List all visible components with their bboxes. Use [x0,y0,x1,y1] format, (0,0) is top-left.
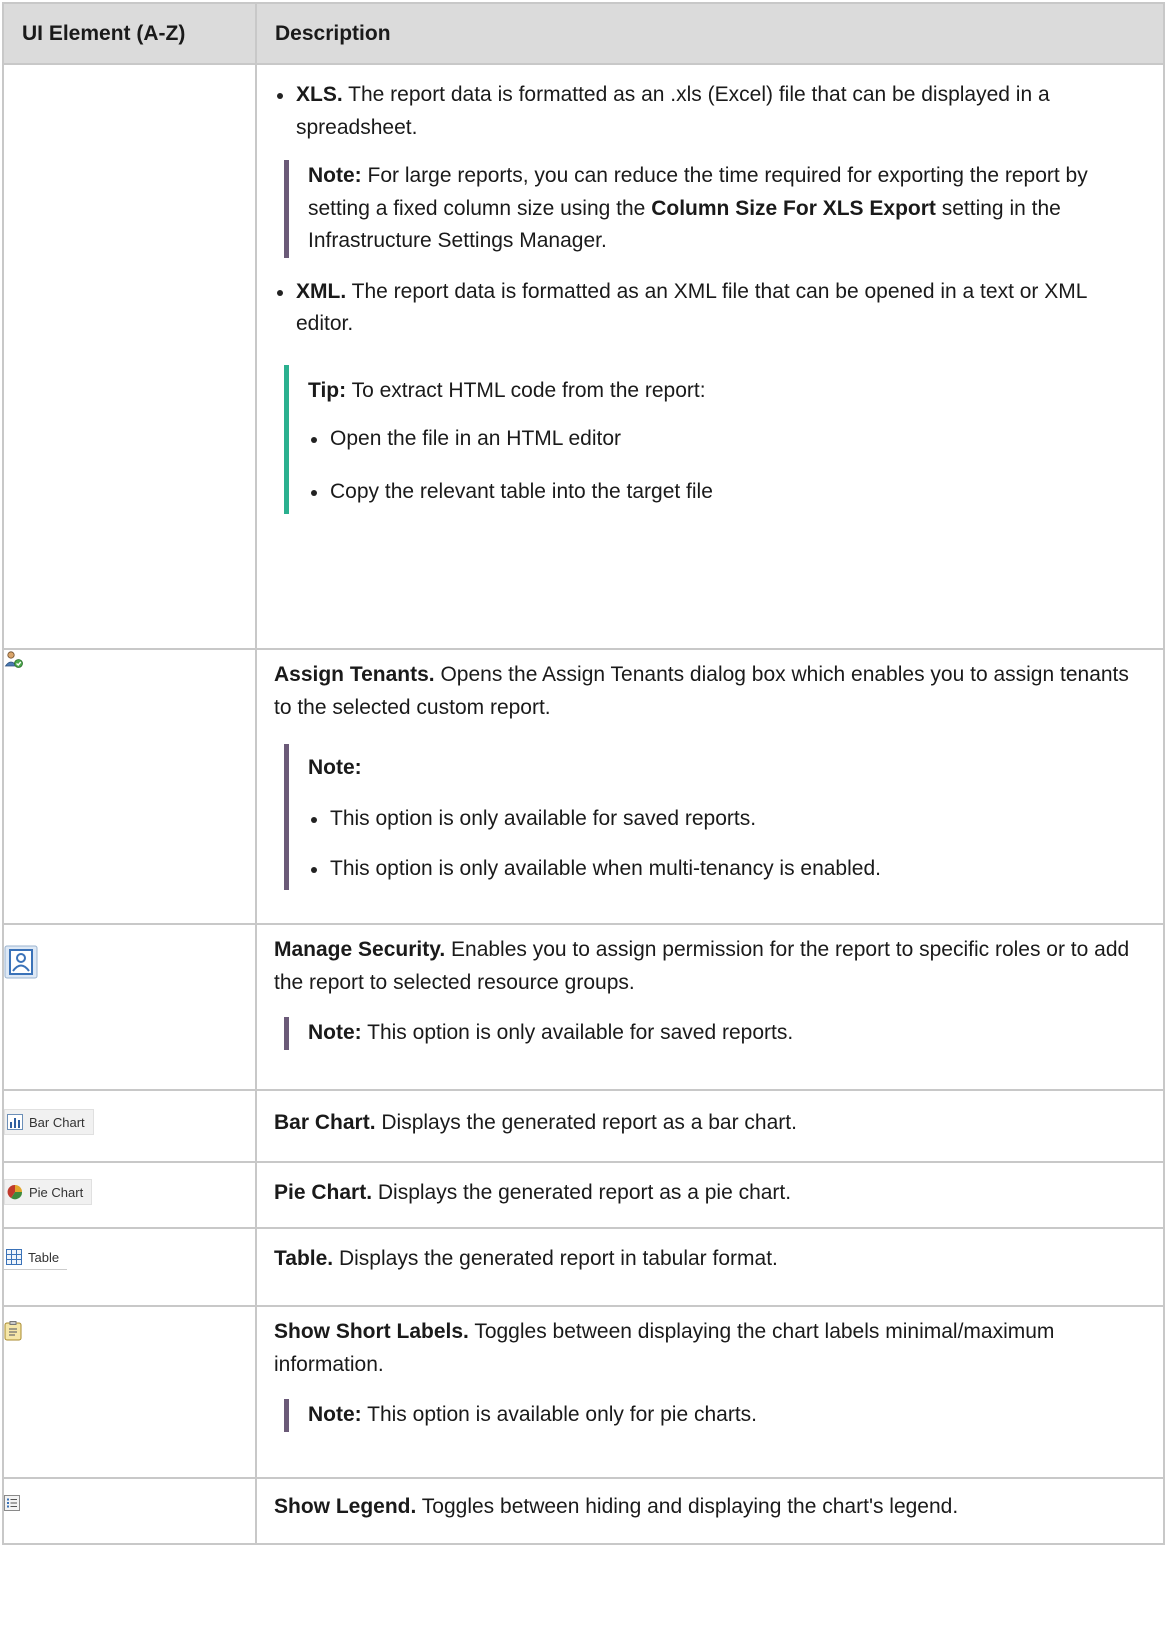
ui-element-cell: Bar Chart [2,1089,257,1163]
ui-elements-table: UI Element (A-Z) Description XLS. The re… [2,2,1165,1545]
note-text: This option is only available for saved … [361,1021,794,1045]
assign-tenants-title: Assign Tenants. [274,663,435,686]
ui-element-cell [2,923,257,1091]
ui-element-cell [2,1477,257,1545]
short-labels-icon[interactable] [4,1321,22,1347]
note-setting-name: Column Size For XLS Export [651,196,936,220]
list-item: XLS. The report data is formatted as an … [274,79,1145,144]
table-row: Table Table. Displays the generated repo… [2,1227,1165,1307]
ui-element-cell [2,63,257,650]
legend-text: Toggles between hiding and displaying th… [416,1495,959,1518]
ui-element-cell [2,648,257,925]
xls-label: XLS. [296,83,343,106]
description-cell: Show Short Labels. Toggles between displ… [255,1305,1165,1479]
note-label: Note: [308,164,362,188]
format-list: XML. The report data is formatted as an … [274,276,1145,341]
bar-chart-button[interactable]: Bar Chart [4,1109,94,1135]
description-cell: Show Legend. Toggles between hiding and … [255,1477,1165,1545]
note-label: Note: [308,756,362,780]
table-row: Show Short Labels. Toggles between displ… [2,1305,1165,1479]
bar-chart-button-label: Bar Chart [29,1114,85,1130]
tip-label: Tip: [308,378,347,402]
note-box: Note: This option is available only for … [284,1399,1145,1432]
xml-label: XML. [296,279,347,303]
description-cell: Pie Chart. Displays the generated report… [255,1161,1165,1229]
table-row: Bar Chart Bar Chart. Displays the genera… [2,1089,1165,1163]
note-label: Note: [308,1021,362,1045]
xls-text: The report data is formatted as an .xls … [296,83,1050,139]
tip-box: Tip: To extract HTML code from the repor… [284,364,1145,515]
note-box: Note: This option is only available for … [284,744,1145,890]
pie-chart-button-label: Pie Chart [29,1184,84,1200]
list-item: Copy the relevant table into the target … [308,476,1145,509]
table-button-label: Table [28,1249,60,1265]
table-text: Displays the generated report in tabular… [333,1247,778,1270]
pie-chart-title: Pie Chart. [274,1181,373,1204]
description-cell: Table. Displays the generated report in … [255,1227,1165,1307]
list-item: This option is only available for saved … [308,803,1145,836]
note-box: Note: For large reports, you can reduce … [284,160,1145,258]
bar-chart-icon [7,1114,23,1130]
table-button[interactable]: Table [4,1245,68,1270]
table-icon [6,1249,22,1265]
legend-icon[interactable] [4,1493,20,1517]
table-row: XLS. The report data is formatted as an … [2,63,1165,650]
xml-text: The report data is formatted as an XML f… [296,279,1087,336]
note-label: Note: [308,1403,362,1427]
note-list: This option is only available for saved … [308,803,1145,890]
pie-chart-text: Displays the generated report as a pie c… [372,1181,792,1204]
ui-element-cell: Table [2,1227,257,1307]
manage-security-icon[interactable] [4,945,38,985]
pie-chart-button[interactable]: Pie Chart [4,1179,93,1205]
tip-text: To extract HTML code from the report: [346,378,706,402]
description-cell: XLS. The report data is formatted as an … [255,63,1165,650]
table-row: Assign Tenants. Opens the Assign Tenants… [2,648,1165,925]
list-item: XML. The report data is formatted as an … [274,276,1145,341]
list-item: Open the file in an HTML editor [308,423,1145,456]
table-row: Manage Security. Enables you to assign p… [2,923,1165,1091]
pie-chart-icon [7,1184,23,1200]
manage-security-title: Manage Security. [274,938,446,961]
table-title: Table. [274,1247,334,1270]
table-row: Pie Chart Pie Chart. Displays the genera… [2,1161,1165,1229]
table-header-row: UI Element (A-Z) Description [2,2,1165,65]
note-box: Note: This option is only available for … [284,1017,1145,1050]
legend-title: Show Legend. [274,1495,417,1518]
description-cell: Manage Security. Enables you to assign p… [255,923,1165,1091]
header-description: Description [255,2,1165,65]
table-row: Show Legend. Toggles between hiding and … [2,1477,1165,1545]
short-labels-title: Show Short Labels. [274,1320,469,1343]
assign-tenants-icon[interactable] [4,650,24,676]
note-text: This option is available only for pie ch… [361,1403,757,1427]
ui-element-cell: Pie Chart [2,1161,257,1229]
header-ui-element: UI Element (A-Z) [2,2,257,65]
bar-chart-title: Bar Chart. [274,1111,376,1134]
bar-chart-text: Displays the generated report as a bar c… [375,1111,797,1134]
list-item: This option is only available when multi… [308,853,1145,890]
description-cell: Bar Chart. Displays the generated report… [255,1089,1165,1163]
ui-element-cell [2,1305,257,1479]
tip-list: Open the file in an HTML editor Copy the… [308,423,1145,508]
format-list: XLS. The report data is formatted as an … [274,79,1145,144]
description-cell: Assign Tenants. Opens the Assign Tenants… [255,648,1165,925]
